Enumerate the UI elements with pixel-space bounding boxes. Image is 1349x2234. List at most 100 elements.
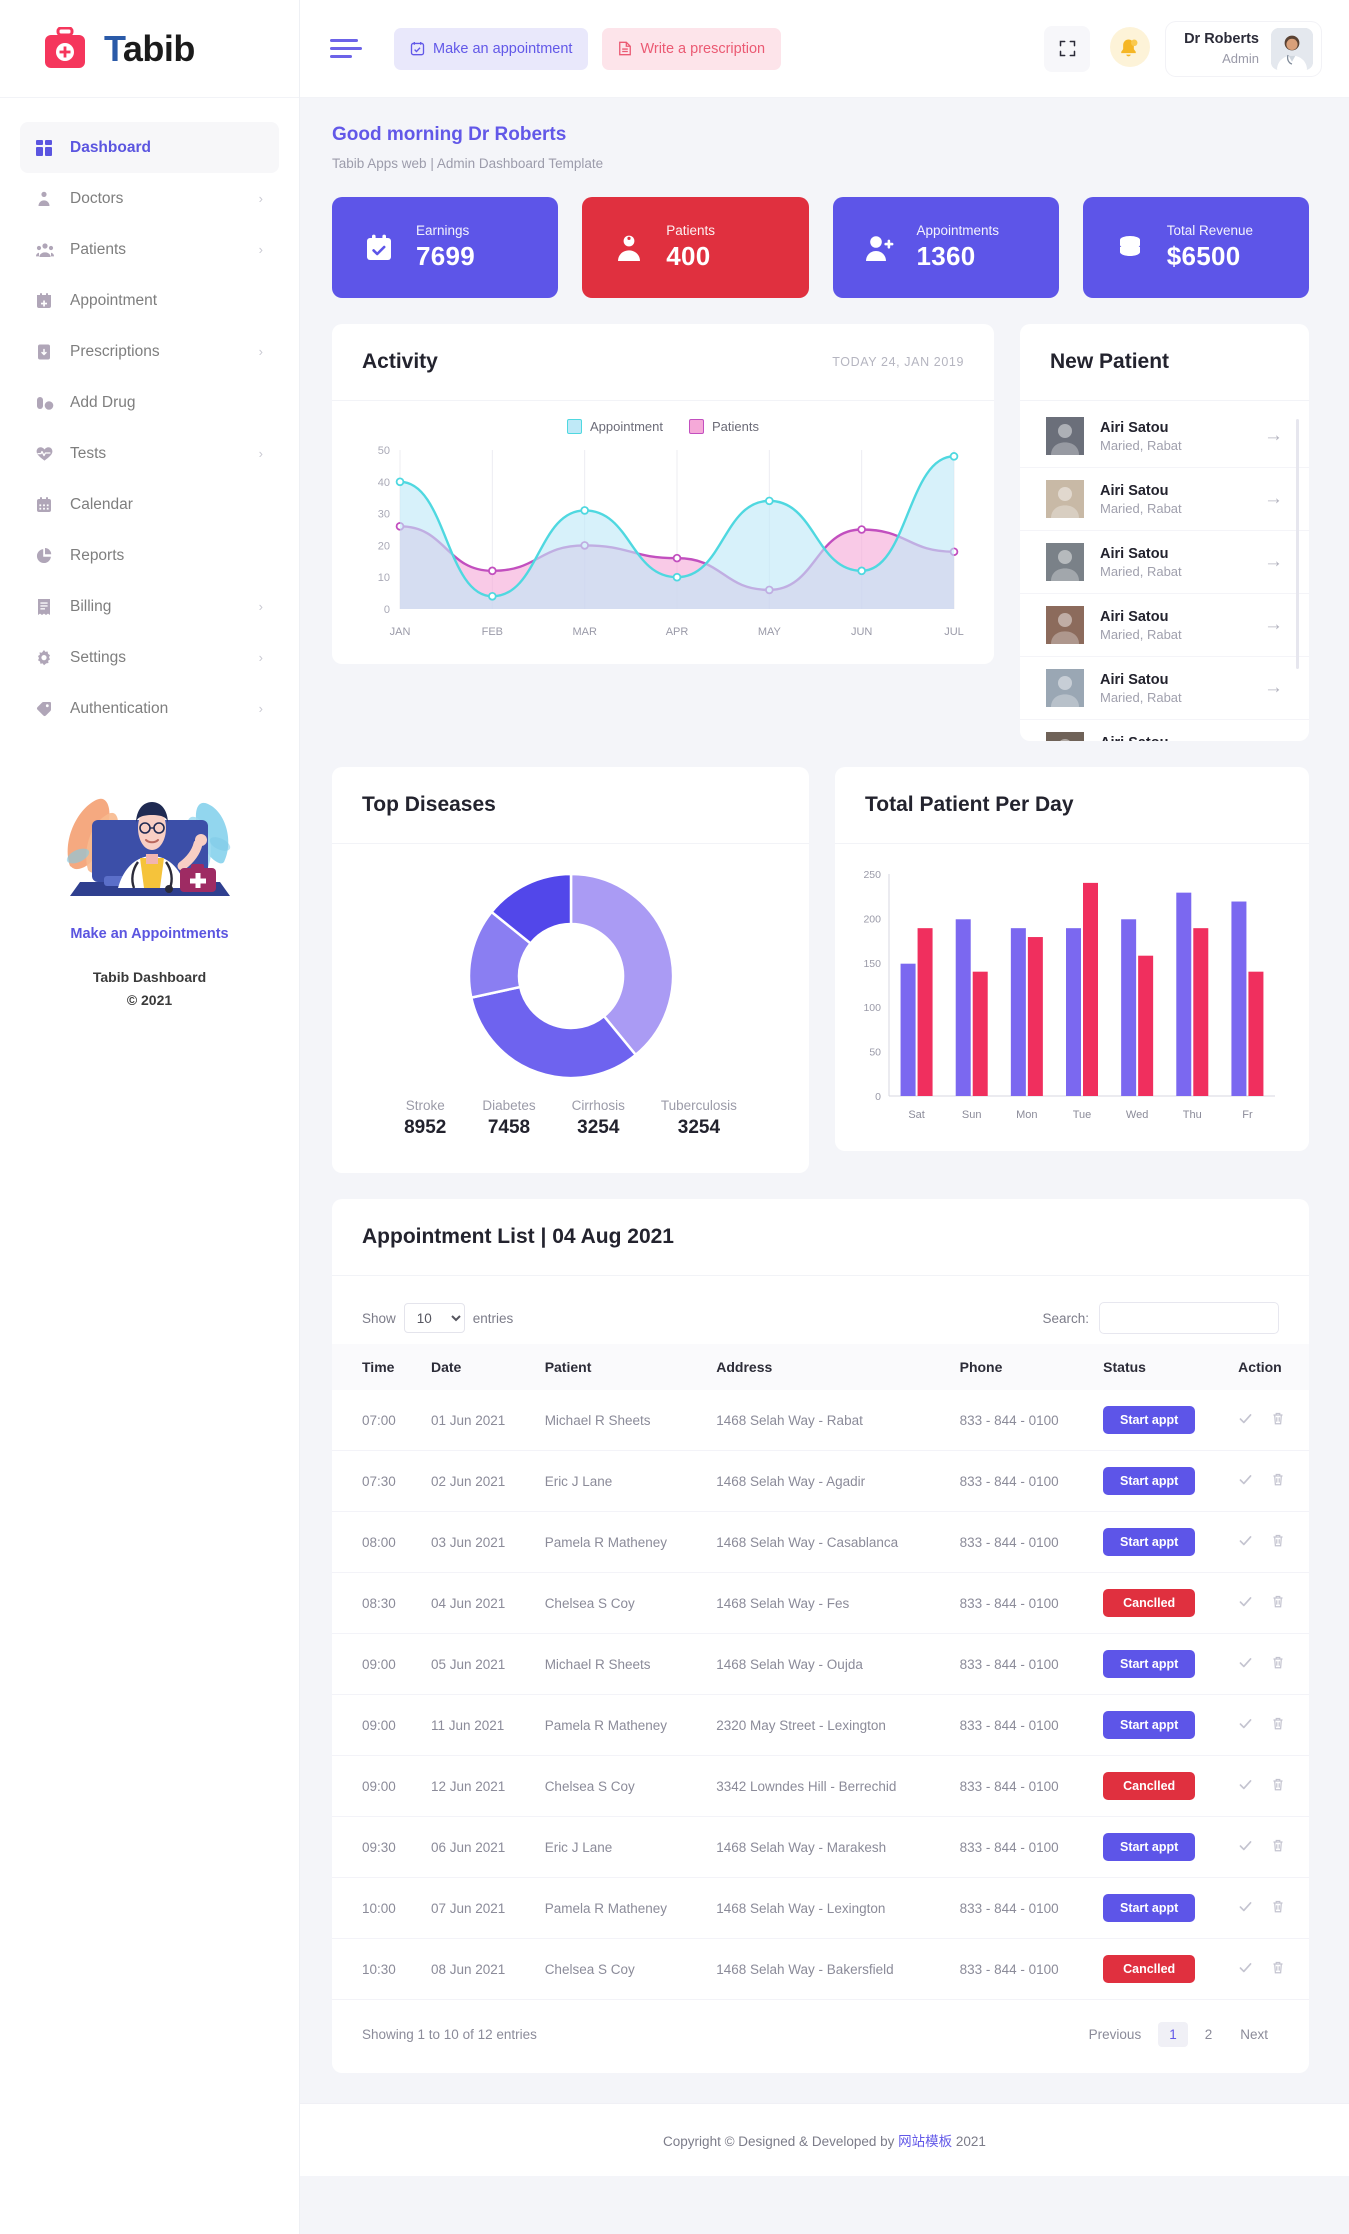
page-length-select[interactable]: 102550100	[403, 1303, 465, 1333]
sidebar-item-add-drug[interactable]: Add Drug	[20, 377, 279, 428]
cell-phone: 833 - 844 - 0100	[949, 1816, 1094, 1878]
sidebar-item-tests[interactable]: Tests ›	[20, 428, 279, 479]
svg-text:50: 50	[869, 1047, 881, 1059]
cell-status: Start appt	[1093, 1390, 1229, 1451]
sidebar-item-settings[interactable]: Settings ›	[20, 632, 279, 683]
sidebar-item-prescriptions[interactable]: Prescriptions ›	[20, 326, 279, 377]
sidebar-item-reports[interactable]: Reports	[20, 530, 279, 581]
check-icon[interactable]	[1238, 1594, 1253, 1612]
status-badge[interactable]: Start appt	[1103, 1833, 1196, 1861]
check-icon[interactable]	[1238, 1533, 1253, 1551]
arrow-right-icon[interactable]: →	[1264, 614, 1283, 636]
status-badge[interactable]: Start appt	[1103, 1467, 1196, 1495]
disease-value: 7458	[487, 1117, 531, 1138]
trash-icon[interactable]	[1271, 1838, 1285, 1856]
sidebar-item-calendar[interactable]: Calendar	[20, 479, 279, 530]
hamburger-icon[interactable]	[330, 39, 362, 58]
cell-date: 07 Jun 2021	[420, 1877, 535, 1939]
arrow-right-icon[interactable]: →	[1264, 425, 1283, 447]
trash-icon[interactable]	[1271, 1716, 1285, 1734]
footer-link[interactable]: 网站模板	[898, 2134, 952, 2149]
arrow-right-icon[interactable]: →	[1264, 740, 1283, 741]
trash-icon[interactable]	[1271, 1655, 1285, 1673]
trash-icon[interactable]	[1271, 1899, 1285, 1917]
new-patient-row[interactable]: Airi SatouMaried, Rabat→	[1020, 405, 1309, 468]
pagination-next[interactable]: Next	[1229, 2022, 1279, 2047]
svg-text:200: 200	[863, 913, 881, 925]
trash-icon[interactable]	[1271, 1960, 1285, 1978]
make-appointments-link[interactable]: Make an Appointments	[0, 926, 299, 942]
user-meta: Dr Roberts Admin	[1184, 30, 1259, 67]
new-patient-row[interactable]: Airi SatouMaried, Rabat→	[1020, 720, 1309, 741]
check-icon[interactable]	[1238, 1411, 1253, 1429]
stat-cards: Earnings 7699 Patients 400 Appointments …	[332, 197, 1309, 298]
check-icon[interactable]	[1238, 1838, 1253, 1856]
check-icon[interactable]	[1238, 1960, 1253, 1978]
svg-text:JAN: JAN	[390, 626, 411, 638]
sidebar-item-patients[interactable]: Patients ›	[20, 224, 279, 275]
stat-card-patients[interactable]: Patients 400	[582, 197, 809, 298]
table-row: 10:00 07 Jun 2021 Pamela R Matheney 1468 Se…	[332, 1877, 1309, 1939]
trash-icon[interactable]	[1271, 1777, 1285, 1795]
new-patient-row[interactable]: Airi SatouMaried, Rabat→	[1020, 468, 1309, 531]
status-badge[interactable]: Start appt	[1103, 1711, 1196, 1739]
new-patient-row[interactable]: Airi SatouMaried, Rabat→	[1020, 531, 1309, 594]
chevron-right-icon: ›	[258, 191, 263, 206]
list-scrollbar[interactable]	[1296, 419, 1299, 669]
cell-phone: 833 - 844 - 0100	[949, 1694, 1094, 1756]
cell-status: Start appt	[1093, 1511, 1229, 1573]
user-profile-chip[interactable]: Dr Roberts Admin	[1166, 21, 1321, 76]
cell-action	[1228, 1572, 1309, 1634]
check-icon[interactable]	[1238, 1472, 1253, 1490]
pagination-page-2[interactable]: 2	[1194, 2022, 1224, 2047]
stat-card-earnings[interactable]: Earnings 7699	[332, 197, 559, 298]
status-badge[interactable]: Canclled	[1103, 1955, 1196, 1983]
sidebar-item-authentication[interactable]: Authentication ›	[20, 683, 279, 734]
pagination-page-1[interactable]: 1	[1158, 2022, 1188, 2047]
fullscreen-icon[interactable]	[1044, 25, 1091, 72]
status-badge[interactable]: Start appt	[1103, 1528, 1196, 1556]
row-actions	[1238, 1716, 1299, 1734]
stat-card-appointments[interactable]: Appointments 1360	[832, 197, 1059, 298]
check-icon[interactable]	[1238, 1655, 1253, 1673]
status-badge[interactable]: Start appt	[1103, 1406, 1196, 1434]
trash-icon[interactable]	[1271, 1533, 1285, 1551]
arrow-right-icon[interactable]: →	[1264, 551, 1283, 573]
brand-logo-area[interactable]: Tabib	[0, 0, 299, 98]
topbar: Make an appointment Write a prescription…	[300, 0, 1349, 98]
sidebar-item-dashboard[interactable]: Dashboard	[20, 122, 279, 173]
trash-icon[interactable]	[1271, 1411, 1285, 1429]
status-badge[interactable]: Start appt	[1103, 1894, 1196, 1922]
legend-item-appointment: Appointment	[567, 419, 663, 434]
sidebar-item-label: Calendar	[70, 495, 133, 513]
activity-legend: Appointment Patients	[358, 419, 968, 434]
cell-patient: Chelsea S Coy	[534, 1755, 707, 1817]
new-patient-row[interactable]: Airi SatouMaried, Rabat→	[1020, 657, 1309, 720]
trash-icon[interactable]	[1271, 1472, 1285, 1490]
main-area: Make an appointment Write a prescription…	[300, 0, 1349, 2176]
bell-icon[interactable]	[1102, 24, 1154, 74]
status-badge[interactable]: Canclled	[1103, 1772, 1196, 1800]
cell-status: Start appt	[1093, 1450, 1229, 1512]
check-icon[interactable]	[1238, 1716, 1253, 1734]
pagination-previous[interactable]: Previous	[1078, 2022, 1153, 2047]
check-icon[interactable]	[1238, 1777, 1253, 1795]
new-patient-row[interactable]: Airi SatouMaried, Rabat→	[1020, 594, 1309, 657]
disease-legend: Stroke 8952 Diabetes 7458 Cirrhosis 3254 Tuber…	[332, 1092, 809, 1173]
search-input[interactable]	[1099, 1302, 1279, 1334]
sidebar-item-billing[interactable]: Billing ›	[20, 581, 279, 632]
sidebar-item-appointment[interactable]: Appointment	[20, 275, 279, 326]
make-appointment-button[interactable]: Make an appointment	[394, 27, 589, 70]
status-badge[interactable]: Start appt	[1103, 1650, 1196, 1678]
stat-card-total-revenue[interactable]: Total Revenue $6500	[1082, 197, 1309, 298]
trash-icon[interactable]	[1271, 1594, 1285, 1612]
status-badge[interactable]: Canclled	[1103, 1589, 1196, 1617]
chevron-right-icon: ›	[258, 446, 263, 461]
cell-status: Canclled	[1093, 1572, 1229, 1634]
arrow-right-icon[interactable]: →	[1264, 488, 1283, 510]
write-prescription-button[interactable]: Write a prescription	[602, 27, 782, 70]
check-icon[interactable]	[1238, 1899, 1253, 1917]
arrow-right-icon[interactable]: →	[1264, 677, 1283, 699]
sidebar-item-doctors[interactable]: Doctors ›	[20, 173, 279, 224]
row-actions	[1238, 1899, 1299, 1917]
